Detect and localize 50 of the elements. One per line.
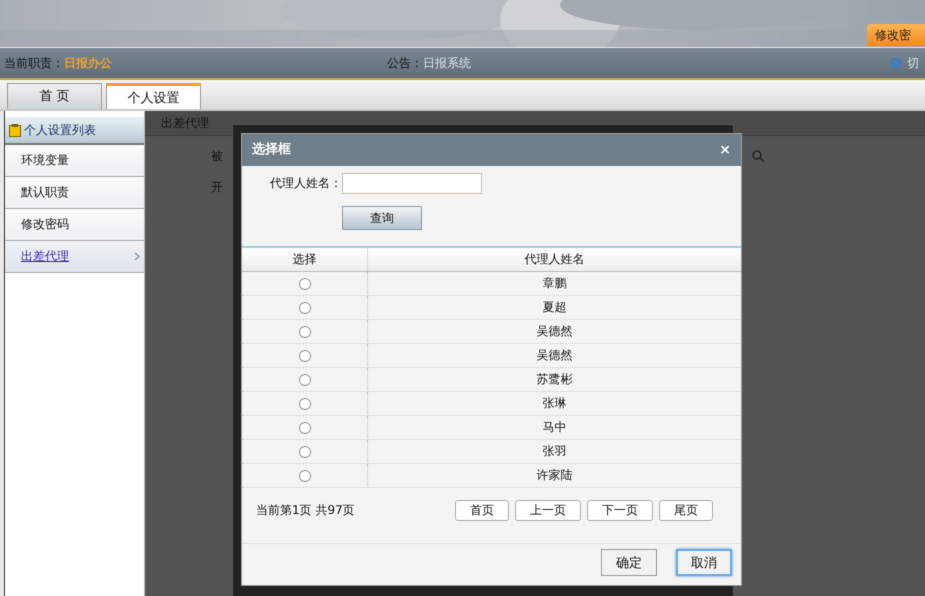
search-icon [751,149,765,163]
table-cell: 张羽 [368,440,741,464]
table-cell: 张琳 [368,392,741,416]
dialog-button[interactable]: 确定 [601,549,657,576]
table-cell: 夏超 [368,296,741,320]
table-cell: 马中 [368,416,741,440]
sidebar-item[interactable]: 默认职责 [5,177,144,209]
notice-label: 公告： [387,56,423,70]
table-cell: 吴德然 [368,320,741,344]
radio-button[interactable] [298,350,310,362]
sidebar-title-text: 个人设置列表 [24,122,96,138]
radio-button[interactable] [298,302,310,314]
field-label: 代理人姓名： [270,176,342,191]
clipboard-icon [9,124,21,136]
column-header: 代理人姓名 [368,247,741,272]
chevron-icon [134,252,140,261]
input-field[interactable] [342,173,482,194]
duty-value: 日报办公 [64,54,112,72]
table-cell: 许家陆 [368,464,741,488]
radio-button[interactable] [298,278,310,290]
corner-tab[interactable]: 修改密 [867,24,925,46]
table-cell: 章鹏 [368,272,741,296]
radio-button[interactable] [298,446,310,458]
pager-button[interactable]: 下一页 [587,500,653,521]
form-label: 被 [211,148,223,165]
close-button[interactable]: × [719,142,731,158]
sidebar-item[interactable]: 环境变量 [5,145,144,177]
form-label: 开 [211,179,223,196]
radio-button[interactable] [298,422,310,434]
table-cell: 吴德然 [368,344,741,368]
radio-button[interactable] [298,326,310,338]
radio-button[interactable] [298,374,310,386]
query-button[interactable]: 查询 [342,206,422,230]
column-header: 选择 [242,247,368,272]
tab[interactable]: 个人设置 [106,83,201,109]
pager-button[interactable]: 首页 [455,500,509,521]
pager-button[interactable]: 尾页 [659,500,713,521]
sidebar-item[interactable]: 出差代理 [5,241,144,273]
dialog-title: 选择框 [252,142,291,158]
content-title: 出差代理 [161,116,209,130]
duty-label: 当前职责： [4,54,64,72]
tab[interactable]: 首 页 [7,83,102,109]
dialog-button[interactable]: 取消 [676,549,732,576]
page-info: 当前第1页 共97页 [256,503,355,518]
table-cell: 苏鹭彬 [368,368,741,392]
radio-button[interactable] [298,470,310,482]
notice-value: 日报系统 [423,56,471,70]
sidebar-item[interactable]: 修改密码 [5,209,144,241]
pager-button[interactable]: 上一页 [515,500,581,521]
radio-button[interactable] [298,398,310,410]
